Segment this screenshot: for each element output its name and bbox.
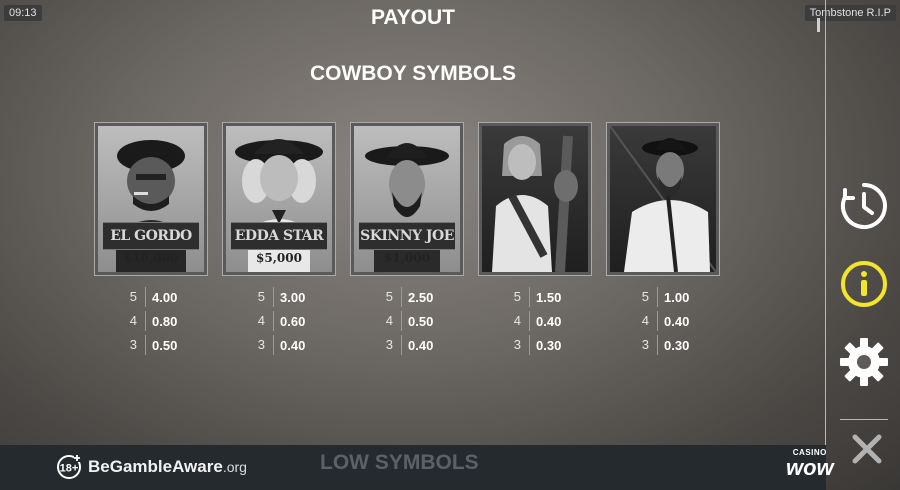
symbol-name: EDDA STAR: [231, 222, 327, 250]
portrait-gunslinger-woman: [492, 135, 578, 272]
pay-row: 3 0.30: [635, 333, 719, 357]
scroll-indicator[interactable]: [817, 18, 820, 32]
paytable: 5 4.00 4 0.80 3 0.50: [123, 285, 207, 357]
symbol-name: SKINNY JOE: [359, 222, 455, 250]
payout-value: 0.40: [536, 313, 562, 329]
section-title: COWBOY SYMBOLS: [309, 62, 517, 85]
symbol-portrait-frame: EL GORDO $10,000: [94, 122, 208, 276]
info-icon: [841, 261, 887, 307]
paytable: 5 3.00 4 0.60 3 0.40: [251, 285, 335, 357]
pay-row: 5 1.00: [635, 285, 719, 309]
match-count: 5: [507, 287, 530, 307]
close-button[interactable]: [850, 432, 884, 466]
symbol-cards: EL GORDO $10,000 5 4.00 4 0.80 3 0.50 EDDA …: [94, 122, 735, 373]
symbol-bounty: $5,000: [256, 251, 302, 265]
symbol-card-skinny-joe: SKINNY JOE $1,000 5 2.50 4 0.50 3 0.40: [350, 122, 464, 357]
pay-row: 4 0.40: [635, 309, 719, 333]
paytable: 5 1.00 4 0.40 3 0.30: [635, 285, 719, 357]
match-count: 3: [379, 335, 402, 355]
payout-value: 4.00: [152, 289, 178, 305]
match-count: 4: [507, 311, 530, 331]
pay-row: 4 0.60: [251, 309, 335, 333]
right-sidebar: [817, 0, 900, 490]
match-count: 4: [635, 311, 658, 331]
payout-value: 0.40: [280, 337, 306, 353]
match-count: 5: [123, 287, 146, 307]
payout-value: 0.30: [664, 337, 690, 353]
next-section-title: LOW SYMBOLS: [320, 451, 479, 474]
page-title: PAYOUT: [370, 6, 456, 29]
pay-row: 4 0.40: [507, 309, 591, 333]
match-count: 3: [123, 335, 146, 355]
portrait-white-coat-cowboy: [610, 126, 716, 272]
paytable: 5 1.50 4 0.40 3 0.30: [507, 285, 591, 357]
payout-value: 2.50: [408, 289, 434, 305]
payout-value: 0.30: [536, 337, 562, 353]
pay-row: 4 0.80: [123, 309, 207, 333]
pay-row: 3 0.40: [379, 333, 463, 357]
payout-value: 3.00: [280, 289, 306, 305]
pay-row: 3 0.30: [507, 333, 591, 357]
payout-value: 0.40: [408, 337, 434, 353]
symbol-card-edda-star: EDDA STAR $5,000 5 3.00 4 0.60 3 0.40: [222, 122, 336, 357]
symbol-portrait-frame: [478, 122, 592, 276]
symbol-portrait-frame: [606, 122, 720, 276]
symbol-name: EL GORDO: [103, 222, 199, 250]
match-count: 4: [379, 311, 402, 331]
payout-value: 1.50: [536, 289, 562, 305]
gamble-aware-label: BeGambleAware: [88, 457, 223, 476]
symbol-portrait-frame: EDDA STAR $5,000: [222, 122, 336, 276]
paytable: 5 2.50 4 0.50 3 0.40: [379, 285, 463, 357]
pay-row: 5 1.50: [507, 285, 591, 309]
gamble-aware-text: BeGambleAware.org: [88, 457, 247, 477]
pay-row: 5 2.50: [379, 285, 463, 309]
match-count: 5: [379, 287, 402, 307]
pay-row: 5 3.00: [251, 285, 335, 309]
match-count: 5: [251, 287, 274, 307]
settings-gear-icon: [840, 338, 888, 386]
info-button[interactable]: [838, 258, 890, 310]
age-restriction-icon: 18+: [57, 454, 82, 479]
match-count: 4: [251, 311, 274, 331]
payout-value: 0.50: [152, 337, 178, 353]
footer-bar: 18+ BeGambleAware.org LOW SYMBOLS CASINO…: [0, 445, 834, 490]
symbol-portrait-frame: SKINNY JOE $1,000: [350, 122, 464, 276]
match-count: 3: [507, 335, 530, 355]
casino-brand-logo: CASINO wow: [786, 449, 834, 479]
close-icon: [852, 434, 882, 464]
match-count: 4: [123, 311, 146, 331]
symbol-card-el-gordo: EL GORDO $10,000 5 4.00 4 0.80 3 0.50: [94, 122, 208, 357]
payout-value: 0.50: [408, 313, 434, 329]
symbol-bounty: $10,000: [123, 251, 179, 265]
pay-row: 3 0.40: [251, 333, 335, 357]
payout-value: 0.60: [280, 313, 306, 329]
symbol-bounty: $1,000: [384, 251, 430, 265]
gamble-aware-suffix: .org: [222, 459, 247, 475]
payout-value: 0.40: [664, 313, 690, 329]
payout-value: 0.80: [152, 313, 178, 329]
match-count: 5: [635, 287, 658, 307]
symbol-card-white-coat-cowboy: 5 1.00 4 0.40 3 0.30: [606, 122, 720, 357]
brand-main-text: wow: [786, 455, 834, 480]
pay-row: 4 0.50: [379, 309, 463, 333]
pay-row: 5 4.00: [123, 285, 207, 309]
match-count: 3: [635, 335, 658, 355]
begambleaware-logo[interactable]: 18+ BeGambleAware.org: [56, 454, 247, 480]
pay-row: 3 0.50: [123, 333, 207, 357]
symbol-card-gunslinger-woman: 5 1.50 4 0.40 3 0.30: [478, 122, 592, 357]
sidebar-divider: [840, 419, 888, 420]
settings-button[interactable]: [838, 336, 890, 388]
history-button[interactable]: [838, 180, 890, 232]
age-badge-text: 18+: [60, 463, 79, 475]
payout-value: 1.00: [664, 289, 690, 305]
clock-history-icon: [841, 183, 887, 229]
match-count: 3: [251, 335, 274, 355]
